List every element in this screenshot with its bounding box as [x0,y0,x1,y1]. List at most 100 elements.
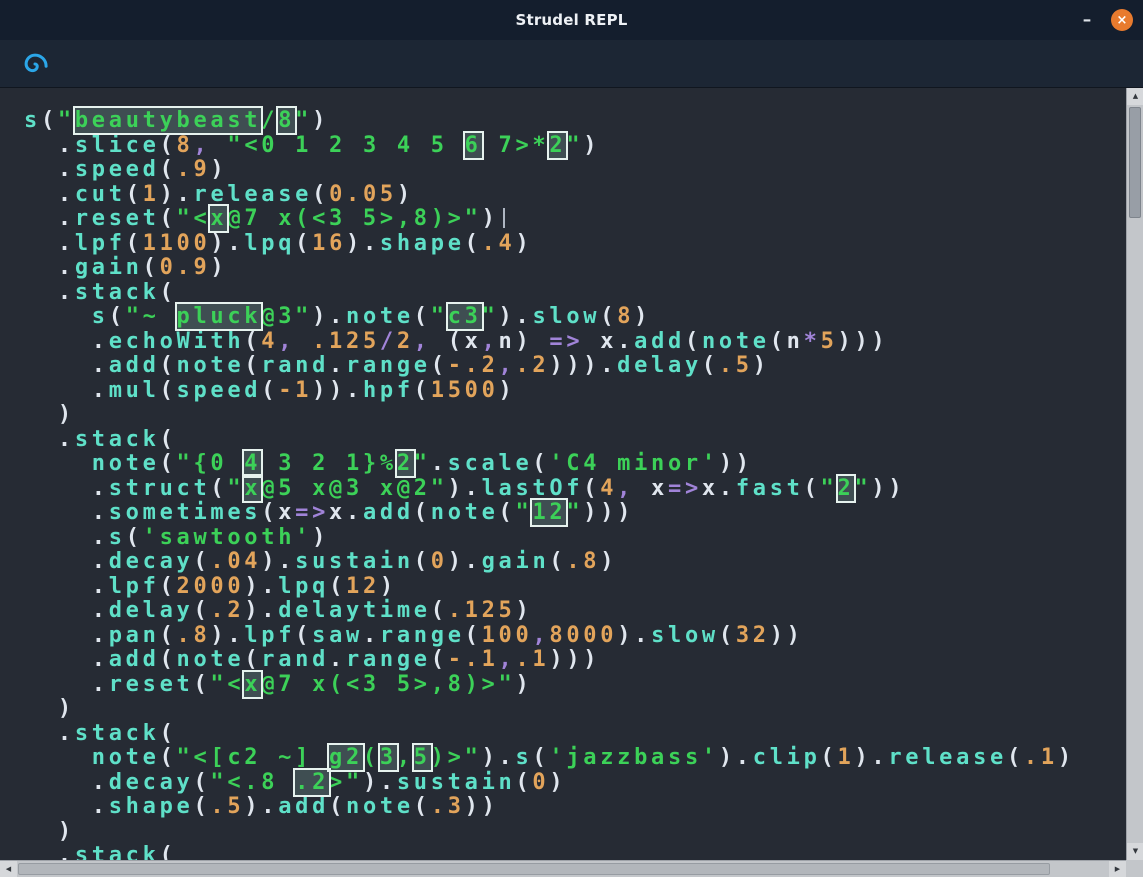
code-line[interactable]: .delay(.2).delaytime(.125) [24,599,1075,624]
code-token: shape [380,231,465,256]
code-token: .1 [1024,745,1058,770]
code-token: ( [549,549,566,574]
strudel-spiral-logo[interactable] [19,48,51,80]
code-line[interactable]: .decay("<.8 .2>").sustain(0) [24,771,1075,796]
code-token: 'jazzbass' [549,745,718,770]
code-token: pluck [177,304,262,329]
code-token: lastOf [482,476,584,501]
code-line[interactable]: .lpf(2000).lpq(12) [24,575,1075,600]
code-token: . [24,843,75,860]
horizontal-scrollbar[interactable]: ◀ ▶ [0,860,1126,877]
code-token: ))) [838,329,889,354]
code-line[interactable]: .mul(speed(-1)).hpf(1500) [24,379,1075,404]
code-line[interactable]: .add(note(rand.range(-.2,.2))).delay(.5) [24,354,1075,379]
code-token: " [431,304,448,329]
scrollbar-up-button[interactable]: ▲ [1127,88,1143,105]
code-token: reset [109,672,194,697]
vertical-scrollbar[interactable]: ▲ ▼ [1126,88,1143,860]
code-token: 1 [837,745,854,770]
code-token: . [24,476,109,501]
code-token: . [177,182,194,207]
code-line[interactable]: .stack( [24,281,1075,306]
code-token: @5 x@3 x@2 [261,476,430,501]
code-token: reset [75,206,160,231]
code-token: . [346,378,363,403]
code-line[interactable]: .speed(.9) [24,158,1075,183]
code-token: .5 [719,353,753,378]
code-line[interactable]: .sometimes(x=>x.add(note("12"))) [24,501,1075,526]
minimize-button[interactable]: – [1078,10,1096,30]
code-token: . [24,549,109,574]
code-token: , [617,476,634,501]
horizontal-scrollbar-thumb[interactable] [18,863,1050,875]
code-token: ( [515,770,532,795]
code-token: . [24,280,75,305]
titlebar[interactable]: Strudel REPL – × [0,0,1143,40]
code-line[interactable]: .stack( [24,428,1075,453]
code-token: lpf [244,623,295,648]
code-token: 4 [600,476,617,501]
scrollbar-left-button[interactable]: ◀ [0,861,17,877]
code-line[interactable]: s("~ pluck@3").note("c3").slow(8) [24,305,1075,330]
code-line[interactable]: note("<[c2 ~] g2(3,5)>").s('jazzbass').c… [24,746,1075,771]
code-token: ) [516,231,533,256]
code-token: ( [465,231,482,256]
close-button[interactable]: × [1111,9,1133,31]
code-token: lpq [278,574,329,599]
code-line[interactable]: .gain(0.9) [24,256,1075,281]
code-editor[interactable]: s("beautybeast/8") .slice(8, "<0 1 2 3 4… [0,88,1126,860]
code-line[interactable]: .decay(.04).sustain(0).gain(.8) [24,550,1075,575]
vertical-scrollbar-thumb[interactable] [1129,107,1141,218]
code-token: " [854,476,871,501]
code-token: .125 [448,598,516,623]
code-line[interactable]: .reset("<x@7 x(<3 5>,8)>") [24,207,1075,232]
code-token: scale [448,451,533,476]
code-line[interactable]: note("{0 4 3 2 1}%2".scale('C4 minor')) [24,452,1075,477]
code-line[interactable]: .stack( [24,722,1075,747]
code-line[interactable]: .stack( [24,844,1075,860]
code-token [24,451,92,476]
code-token: 100 [482,623,533,648]
code-token: 8 [177,133,194,158]
code-token: ( [431,329,465,354]
code-token: " [58,108,75,133]
code-token: delay [109,598,194,623]
code-token: .04 [210,549,261,574]
code-token: struct [109,476,211,501]
scrollbar-right-button[interactable]: ▶ [1109,861,1126,877]
code-token: , [482,329,499,354]
code-line[interactable]: .reset("<x@7 x(<3 5>,8)>") [24,673,1075,698]
code-token: . [24,231,75,256]
code-token: range [346,647,431,672]
code-token: .9 [177,157,211,182]
code-line[interactable]: .lpf(1100).lpq(16).shape(.4) [24,232,1075,257]
code-line[interactable]: .echoWith(4, .125/2, (x,n) => x.add(note… [24,330,1075,355]
code-token: ) [380,574,397,599]
code-token: "{0 [177,451,245,476]
code-token: note [92,745,160,770]
code-token: . [329,304,346,329]
code-line[interactable]: .add(note(rand.range(-.1,.1))) [24,648,1075,673]
code-line[interactable]: .slice(8, "<0 1 2 3 4 5 6 7>*2") [24,134,1075,159]
code-token: note [92,451,160,476]
code-line[interactable]: .struct("x@5 x@3 x@2").lastOf(4, x=>x.fa… [24,477,1075,502]
code-token: s [24,108,41,133]
code-line[interactable]: ) [24,820,1075,845]
code-line[interactable]: s("beautybeast/8") [24,109,1075,134]
code-line[interactable]: ) [24,697,1075,722]
code-line[interactable]: .cut(1).release(0.05) [24,183,1075,208]
code-line[interactable]: .pan(.8).lpf(saw.range(100,8000).slow(32… [24,624,1075,649]
code-line[interactable]: ) [24,403,1075,428]
text-cursor [503,208,505,228]
code-token: . [24,794,109,819]
code-line[interactable]: .s('sawtooth') [24,526,1075,551]
scrollbar-down-button[interactable]: ▼ [1127,843,1143,860]
app-header [0,40,1143,88]
code-token: ) [634,304,651,329]
code-token: . [465,549,482,574]
code-token: "< [177,206,211,231]
code-line[interactable]: .shape(.5).add(note(.3)) [24,795,1075,820]
code-token: ) [312,304,329,329]
code-token: ( [160,745,177,770]
code-token: delaytime [278,598,431,623]
